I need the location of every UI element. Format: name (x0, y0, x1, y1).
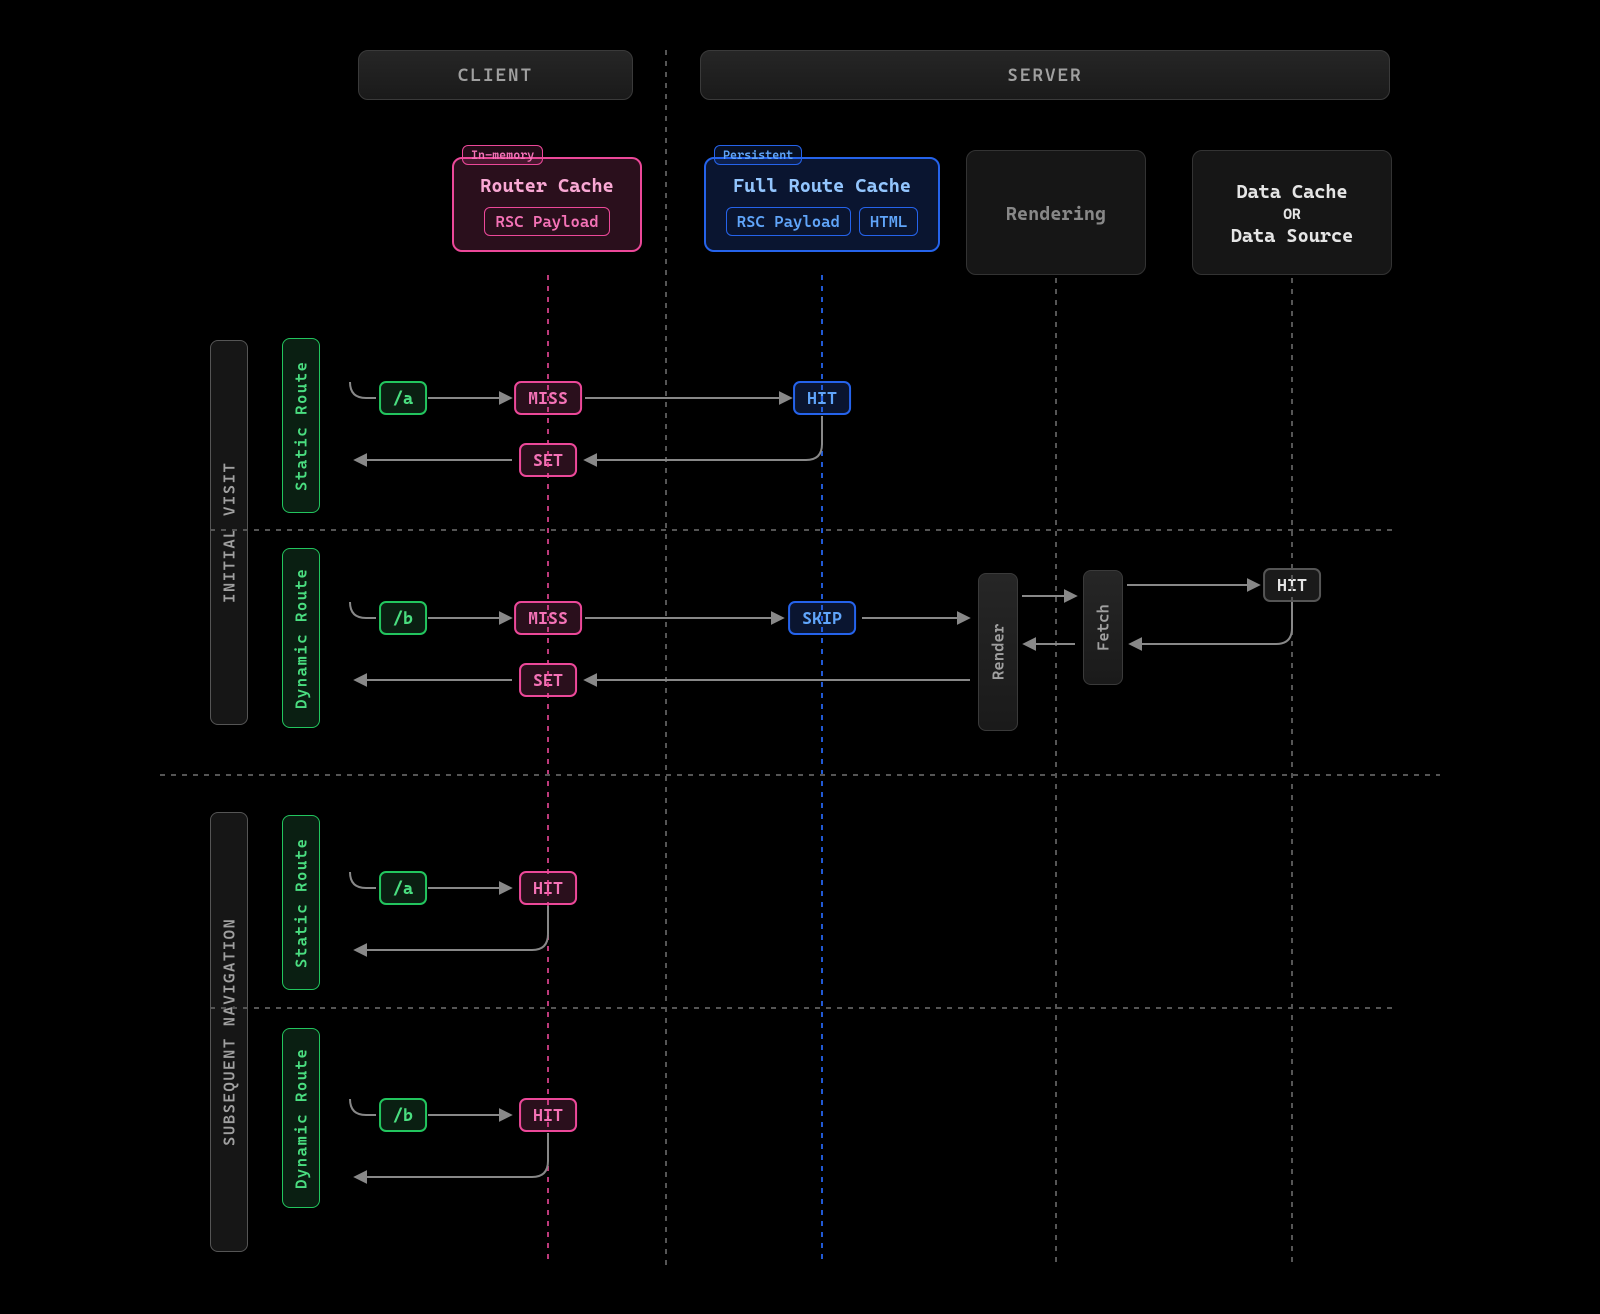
r1-miss: MISS (514, 381, 582, 415)
route-b-initial: /b (379, 601, 427, 635)
router-cache-card: In-memory Router Cache RSC Payload (452, 157, 642, 252)
full-route-cache-card: Persistent Full Route Cache RSC Payload … (704, 157, 940, 252)
r2-set: SET (519, 663, 577, 697)
r2-miss: MISS (514, 601, 582, 635)
router-cache-title: Router Cache (480, 175, 614, 197)
data-cache-card: Data Cache OR Data Source (1192, 150, 1392, 275)
fetch-block: Fetch (1083, 570, 1123, 685)
rendering-title: Rendering (1006, 203, 1106, 225)
r4-hit: HIT (519, 1098, 577, 1132)
initial-dynamic-route-label: Dynamic Route (282, 548, 320, 728)
data-cache-title: Data Cache (1236, 181, 1347, 203)
route-b-sub: /b (379, 1098, 427, 1132)
initial-visit-label: INITIAL VISIT (210, 340, 248, 725)
router-cache-tag: In-memory (462, 145, 543, 165)
data-cache-or: OR (1283, 205, 1301, 223)
r1-hit: HIT (793, 381, 851, 415)
rendering-card: Rendering (966, 150, 1146, 275)
server-header: SERVER (700, 50, 1390, 100)
route-a-initial: /a (379, 381, 427, 415)
client-header: CLIENT (358, 50, 633, 100)
full-route-cache-title: Full Route Cache (733, 175, 911, 197)
r2-skip: SKIP (788, 601, 856, 635)
sub-dynamic-route-label: Dynamic Route (282, 1028, 320, 1208)
route-a-sub: /a (379, 871, 427, 905)
initial-static-route-label: Static Route (282, 338, 320, 513)
full-route-rsc-pill: RSC Payload (726, 207, 851, 236)
r3-hit: HIT (519, 871, 577, 905)
full-route-html-pill: HTML (859, 207, 919, 236)
r1-set: SET (519, 443, 577, 477)
full-route-cache-tag: Persistent (714, 145, 802, 165)
sub-static-route-label: Static Route (282, 815, 320, 990)
render-block: Render (978, 573, 1018, 731)
data-source-title: Data Source (1231, 225, 1353, 247)
router-cache-rsc-pill: RSC Payload (484, 207, 609, 236)
subsequent-nav-label: SUBSEQUENT NAVIGATION (210, 812, 248, 1252)
r2-hit: HIT (1263, 568, 1321, 602)
